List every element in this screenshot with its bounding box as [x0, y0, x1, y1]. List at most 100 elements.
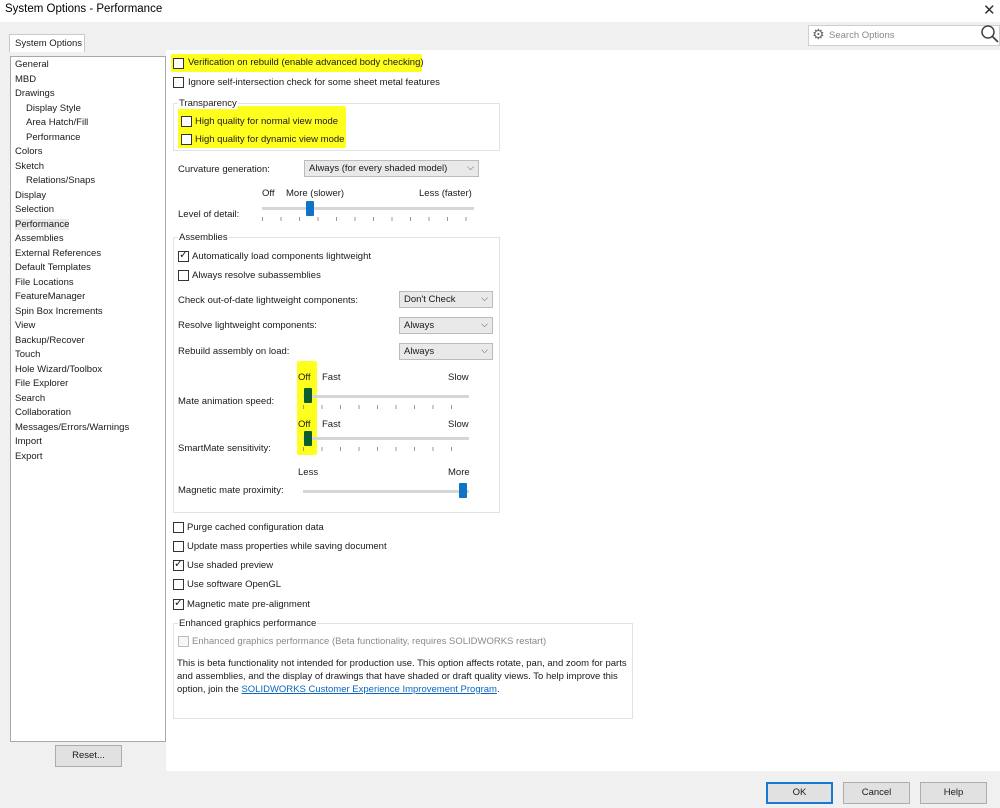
smartmate-off-label: Off: [298, 419, 311, 430]
smartmate-slider-track[interactable]: [303, 437, 469, 440]
lod-off-label: Off: [262, 188, 275, 199]
mate-anim-off-label: Off: [298, 372, 311, 383]
magnetic-more-label: More: [448, 467, 470, 478]
sidebar-item-hole-wizard-toolbox[interactable]: Hole Wizard/Toolbox: [15, 364, 102, 375]
mate-anim-slider-thumb[interactable]: [304, 388, 312, 403]
sidebar-item-mbd[interactable]: MBD: [15, 74, 36, 85]
sidebar-item-view[interactable]: View: [15, 320, 35, 331]
ok-button[interactable]: OK: [766, 782, 833, 804]
rebuild-on-load-value: Always: [404, 346, 435, 357]
transparency-normal-label: High quality for normal view mode: [195, 116, 339, 127]
tab-system-options[interactable]: System Options: [9, 34, 85, 52]
sidebar-item-file-locations[interactable]: File Locations: [15, 277, 74, 288]
sidebar-item-default-templates[interactable]: Default Templates: [15, 262, 91, 273]
sidebar-item-export[interactable]: Export: [15, 451, 42, 462]
sidebar-item-display-style[interactable]: Display Style: [26, 103, 81, 114]
sidebar-item-general[interactable]: General: [15, 59, 49, 70]
verification-checkbox[interactable]: [173, 58, 184, 69]
sidebar-item-area-hatch-fill[interactable]: Area Hatch/Fill: [26, 117, 88, 128]
update-mass-label: Update mass properties while saving docu…: [187, 541, 387, 552]
magnetic-slider-thumb[interactable]: [459, 483, 467, 498]
ignore-self-intersection-label: Ignore self-intersection check for some …: [188, 77, 440, 88]
sidebar-item-import[interactable]: Import: [15, 436, 42, 447]
magnetic-proximity-label: Magnetic mate proximity:: [178, 485, 284, 496]
mate-anim-fast-label: Fast: [322, 372, 341, 383]
purge-label: Purge cached configuration data: [187, 522, 324, 533]
purge-checkbox[interactable]: [173, 522, 184, 533]
transparency-dynamic-checkbox[interactable]: [181, 134, 192, 145]
sidebar-item-selection[interactable]: Selection: [15, 204, 54, 215]
software-opengl-label: Use software OpenGL: [187, 579, 281, 590]
sidebar-item-colors[interactable]: Colors: [15, 146, 42, 157]
close-icon[interactable]: ✕: [983, 1, 996, 19]
smartmate-slider-thumb[interactable]: [304, 431, 312, 446]
curvature-label: Curvature generation:: [178, 164, 270, 175]
sidebar-item-collaboration[interactable]: Collaboration: [15, 407, 71, 418]
help-button[interactable]: Help: [920, 782, 987, 804]
curvature-select[interactable]: Always (for every shaded model) ⌵: [304, 160, 479, 177]
magnetic-prealign-checkbox[interactable]: [173, 596, 184, 610]
sidebar-item-assemblies[interactable]: Assemblies: [15, 233, 64, 244]
sidebar-item-search[interactable]: Search: [15, 393, 45, 404]
sidebar-item-file-explorer[interactable]: File Explorer: [15, 378, 68, 389]
smartmate-slider-ticks: [303, 447, 469, 451]
magnetic-prealign-label: Magnetic mate pre-alignment: [187, 599, 311, 610]
lod-slider-ticks: [262, 217, 474, 221]
magnetic-slider-track[interactable]: [303, 490, 469, 493]
check-outdated-value: Don't Check: [404, 294, 456, 305]
sidebar-item-drawings[interactable]: Drawings: [15, 88, 55, 99]
sidebar-item-touch[interactable]: Touch: [15, 349, 40, 360]
enhanced-graphics-checkbox[interactable]: [178, 636, 189, 647]
auto-lightweight-label: Automatically load components lightweigh…: [192, 251, 372, 262]
always-resolve-checkbox[interactable]: [178, 270, 189, 281]
lod-label: Level of detail:: [178, 209, 240, 220]
sidebar-item-display[interactable]: Display: [15, 190, 46, 201]
sidebar-item-featuremanager[interactable]: FeatureManager: [15, 291, 85, 302]
smartmate-slow-label: Slow: [448, 419, 469, 430]
mate-anim-slider-ticks: [303, 405, 469, 409]
lod-slider-track[interactable]: [262, 207, 474, 210]
sidebar-item-relations-snaps[interactable]: Relations/Snaps: [26, 175, 95, 186]
gear-icon[interactable]: ⚙: [812, 26, 825, 43]
enhanced-graphics-title: Enhanced graphics performance: [178, 618, 318, 629]
sidebar-item-spin-box-increments[interactable]: Spin Box Increments: [15, 306, 103, 317]
update-mass-checkbox[interactable]: [173, 541, 184, 552]
ceip-link[interactable]: SOLIDWORKS Customer Experience Improveme…: [241, 684, 497, 695]
window-title: System Options - Performance: [5, 3, 163, 15]
search-icon[interactable]: [980, 24, 1000, 44]
shaded-preview-checkbox[interactable]: [173, 557, 184, 571]
resolve-lightweight-value: Always: [404, 320, 435, 331]
cancel-button[interactable]: Cancel: [843, 782, 910, 804]
chevron-down-icon: ⌵: [467, 162, 474, 172]
check-outdated-label: Check out-of-date lightweight components…: [178, 295, 359, 306]
chevron-down-icon: ⌵: [481, 319, 488, 329]
lod-slider-thumb[interactable]: [306, 201, 314, 216]
shaded-preview-label: Use shaded preview: [187, 560, 274, 571]
sidebar-item-performance[interactable]: Performance: [15, 218, 70, 230]
reset-button[interactable]: Reset...: [55, 745, 122, 767]
sidebar-item-sketch[interactable]: Sketch: [15, 161, 44, 172]
curvature-select-value: Always (for every shaded model): [309, 163, 448, 174]
transparency-title: Transparency: [178, 98, 238, 109]
check-outdated-select[interactable]: Don't Check ⌵: [399, 291, 493, 308]
sidebar-item-messages-errors-warnings[interactable]: Messages/Errors/Warnings: [15, 422, 129, 433]
chevron-down-icon: ⌵: [481, 293, 488, 303]
enhanced-graphics-label: Enhanced graphics performance (Beta func…: [192, 636, 547, 647]
search-placeholder: Search Options: [829, 30, 895, 41]
sidebar-item-external-references[interactable]: External References: [15, 248, 101, 259]
sidebar-item-backup-recover[interactable]: Backup/Recover: [15, 335, 85, 346]
resolve-lightweight-label: Resolve lightweight components:: [178, 320, 317, 331]
software-opengl-checkbox[interactable]: [173, 579, 184, 590]
enhanced-description-end: .: [496, 683, 500, 695]
mate-anim-slider-track[interactable]: [303, 395, 469, 398]
chevron-down-icon: ⌵: [481, 345, 488, 355]
ignore-self-intersection-checkbox[interactable]: [173, 77, 184, 88]
lod-more-label: More (slower): [286, 188, 345, 199]
magnetic-less-label: Less: [298, 467, 319, 478]
rebuild-on-load-select[interactable]: Always ⌵: [399, 343, 493, 360]
sidebar-item-drawings-performance[interactable]: Performance: [26, 132, 80, 143]
transparency-normal-checkbox[interactable]: [181, 116, 192, 127]
resolve-lightweight-select[interactable]: Always ⌵: [399, 317, 493, 334]
auto-lightweight-checkbox[interactable]: [178, 248, 189, 262]
always-resolve-label: Always resolve subassemblies: [192, 270, 321, 281]
